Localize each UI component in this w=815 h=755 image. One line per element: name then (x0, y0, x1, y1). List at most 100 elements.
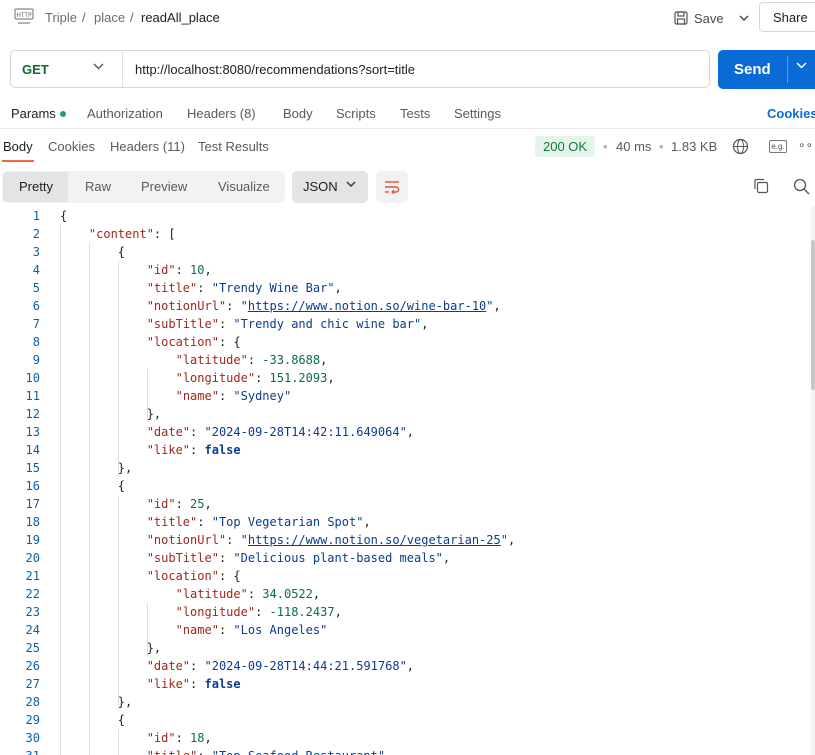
code-text: "location": { (147, 567, 241, 585)
chevron-down-icon (739, 15, 749, 21)
code-token: , (312, 587, 321, 601)
tab-headers[interactable]: Headers (8) (187, 106, 256, 121)
code-text: "date": "2024-09-28T14:42:11.649064", (147, 423, 414, 441)
tab-scripts[interactable]: Scripts (336, 106, 376, 121)
line-number: 21 (25, 569, 40, 583)
code-token: : (218, 623, 234, 637)
line-number: 11 (25, 389, 40, 403)
response-tab-cookies[interactable]: Cookies (48, 139, 95, 154)
view-mode-pretty[interactable]: Pretty (19, 179, 53, 194)
code-token: }, (146, 407, 162, 421)
code-line: 22 "latitude": 34.0522, (0, 585, 808, 603)
url-link[interactable]: https://www.notion.so/wine-bar-10 (248, 299, 486, 313)
code-text: "latitude": -33.8688, (176, 351, 328, 369)
line-number: 1 (32, 209, 40, 223)
tab-settings[interactable]: Settings (454, 106, 501, 121)
line-number: 7 (32, 317, 40, 331)
code-text: "id": 10, (147, 261, 212, 279)
code-text: }, (147, 405, 161, 423)
chevron-down-icon[interactable] (93, 63, 104, 70)
code-line: 16 { (0, 477, 808, 495)
code-token: }, (146, 641, 162, 655)
line-number: 20 (25, 551, 40, 565)
more-icon[interactable]: ∘∘∘ (798, 138, 815, 152)
code-token: : (197, 749, 211, 755)
code-text: "date": "2024-09-28T14:44:21.591768", (147, 657, 414, 675)
code-token: , (327, 371, 335, 385)
code-token: "Sydney" (233, 389, 292, 403)
scrollbar-thumb[interactable] (811, 240, 815, 390)
code-token: : (190, 425, 205, 439)
code-token: false (204, 443, 241, 457)
line-number: 26 (25, 659, 40, 673)
code-line: 10 "longitude": 151.2093, (0, 369, 808, 387)
code-token: "name" (175, 389, 219, 403)
code-token: "Delicious plant-based meals" (233, 551, 443, 565)
breadcrumb-item-collection[interactable]: Triple (45, 10, 77, 25)
response-tab-body[interactable]: Body (3, 139, 33, 154)
code-text: "location": { (147, 333, 241, 351)
status-badge[interactable]: 200 OK (535, 136, 596, 157)
save-options-button[interactable] (730, 5, 758, 31)
response-time[interactable]: 40 ms (616, 139, 651, 154)
code-token: , (334, 281, 342, 295)
code-token: : { (218, 569, 241, 583)
view-mode-visualize[interactable]: Visualize (218, 179, 270, 194)
code-token: "Top Seafood Restaurant" (212, 749, 385, 755)
line-number: 30 (25, 731, 40, 745)
share-button[interactable]: Share (759, 2, 815, 32)
code-text: "longitude": -118.2437, (176, 603, 342, 621)
code-token: , (493, 299, 501, 313)
code-token: : (218, 389, 234, 403)
view-mode-preview[interactable]: Preview (141, 179, 187, 194)
code-token: " (240, 299, 248, 313)
breadcrumb-item-folder[interactable]: place (94, 10, 125, 25)
code-text: "id": 25, (147, 495, 212, 513)
code-token: 10 (190, 263, 205, 277)
save-button[interactable]: Save (668, 5, 730, 31)
code-token: "latitude" (175, 587, 248, 601)
copy-icon[interactable] (753, 178, 769, 194)
code-token: , (204, 263, 212, 277)
code-line: 18 "title": "Top Vegetarian Spot", (0, 513, 808, 531)
tab-body[interactable]: Body (283, 106, 313, 121)
code-token: 18 (190, 731, 205, 745)
search-icon[interactable] (793, 178, 810, 195)
globe-icon[interactable] (732, 138, 749, 155)
svg-text:HTTP: HTTP (16, 12, 32, 19)
breadcrumb-current[interactable]: readAll_place (141, 10, 220, 25)
line-number: 9 (32, 353, 40, 367)
response-body-viewer[interactable]: 1{2 "content": [3{4 "id": 10, 5 "title": "Tr… (0, 206, 808, 755)
view-mode-raw[interactable]: Raw (85, 179, 111, 194)
tab-authorization[interactable]: Authorization (87, 106, 163, 121)
send-button[interactable]: Send (718, 50, 815, 89)
save-group: Save (668, 5, 758, 31)
response-size[interactable]: 1.83 KB (671, 139, 717, 154)
code-text: "latitude": 34.0522, (176, 585, 321, 603)
code-line: 4 "id": 10, (0, 261, 808, 279)
code-line: 21 "location": { (0, 567, 808, 585)
code-line: 26 "date": "2024-09-28T14:44:21.591768", (0, 657, 808, 675)
example-icon[interactable]: e.g. (769, 140, 787, 153)
line-number: 6 (32, 299, 40, 313)
tab-tests[interactable]: Tests (400, 106, 430, 121)
chevron-down-icon[interactable] (796, 62, 807, 69)
tab-params[interactable]: Params (11, 106, 66, 121)
wrap-lines-button[interactable] (376, 171, 408, 203)
code-line: 29 { (0, 711, 808, 729)
top-bar: HTTP Triple / place / readAll_place Save… (0, 0, 815, 38)
url-link[interactable]: https://www.notion.so/vegetarian-25 (248, 533, 501, 547)
code-line: 19 "notionUrl": "https://www.notion.so/ve… (0, 531, 808, 549)
code-line: 6 "notionUrl": "https://www.notion.so/win… (0, 297, 808, 315)
cookies-link[interactable]: Cookies (767, 106, 815, 121)
code-token: "Top Vegetarian Spot" (211, 515, 364, 529)
code-text: }, (118, 459, 132, 477)
url-input[interactable]: http://localhost:8080/recommendations?so… (135, 62, 415, 77)
method-select[interactable]: GET (22, 62, 49, 77)
code-token: "title" (146, 281, 198, 295)
line-number: 28 (25, 695, 40, 709)
response-tab-headers[interactable]: Headers (11) (110, 139, 185, 154)
code-token: "title" (147, 749, 198, 755)
line-number: 18 (25, 515, 40, 529)
response-tab-test-results[interactable]: Test Results (198, 139, 269, 154)
